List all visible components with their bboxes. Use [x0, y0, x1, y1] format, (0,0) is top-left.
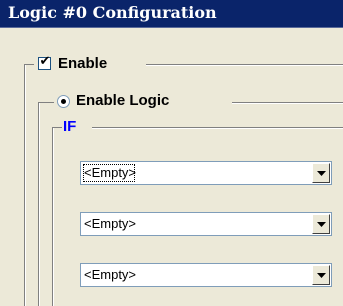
enable-logic-label: Enable Logic	[76, 92, 174, 109]
if-group-left-line-hl	[53, 128, 54, 306]
chevron-down-icon	[317, 273, 326, 278]
enable-checkbox[interactable]: ✔	[38, 54, 51, 70]
condition-select-2-dropdown-button[interactable]	[312, 214, 330, 234]
window-title: Logic #0 Configuration	[8, 3, 217, 22]
logic-config-window: Logic #0 Configuration ✔ Enable Enable L…	[0, 0, 343, 306]
if-group-top-line-right-hl	[92, 128, 343, 129]
check-icon: ✔	[39, 54, 51, 69]
condition-select-1-dropdown-button[interactable]	[312, 163, 330, 183]
condition-select-2-value: <Empty>	[84, 216, 137, 231]
condition-select-3-value: <Empty>	[84, 267, 137, 282]
logic-group-top-line-right-hl	[232, 103, 343, 104]
enable-label: Enable	[58, 55, 112, 72]
enable-logic-radio[interactable]	[57, 95, 70, 108]
enable-group-top-line-right-hl	[146, 65, 343, 66]
enable-group-left-line-hl	[25, 65, 26, 306]
condition-select-3[interactable]: <Empty>	[80, 263, 332, 287]
logic-group-left-line-hl	[39, 103, 40, 306]
condition-select-2[interactable]: <Empty>	[80, 212, 332, 236]
condition-select-1[interactable]: <Empty>	[80, 161, 332, 185]
if-group-label: IF	[63, 118, 79, 135]
condition-select-1-value: <Empty>	[84, 165, 137, 180]
radio-dot-icon	[61, 99, 66, 104]
condition-select-3-dropdown-button[interactable]	[312, 265, 330, 285]
chevron-down-icon	[317, 171, 326, 176]
title-bar: Logic #0 Configuration	[0, 0, 343, 28]
logic-group-top-line	[38, 102, 54, 103]
chevron-down-icon	[317, 222, 326, 227]
